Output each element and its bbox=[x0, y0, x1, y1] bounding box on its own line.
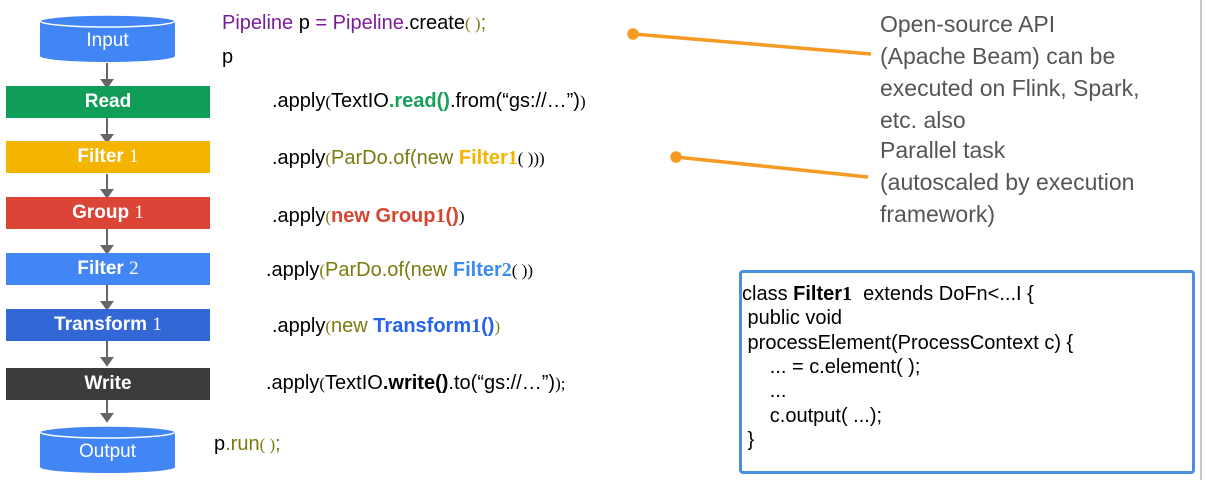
class-line-public-void: public void bbox=[742, 307, 843, 329]
class-line-output: c.output( ...); bbox=[742, 405, 883, 427]
class-line-declaration: class Filter1 extends DoFn<...I { bbox=[742, 283, 1034, 305]
class-line-element: ... = c.element( ); bbox=[742, 356, 921, 378]
class-line-close: } bbox=[742, 429, 755, 451]
note-parallel-task: Parallel task (autoscaled by execution f… bbox=[880, 137, 1135, 227]
class-line-ellipsis: ... bbox=[742, 380, 787, 402]
note-apache-beam: Open-source API (Apache Beam) can be exe… bbox=[880, 11, 1140, 133]
filter1-class-snippet: class Filter1 extends DoFn<...I { public… bbox=[739, 270, 1195, 474]
class-line-process-element: processElement(ProcessContext c) { bbox=[742, 332, 1074, 354]
